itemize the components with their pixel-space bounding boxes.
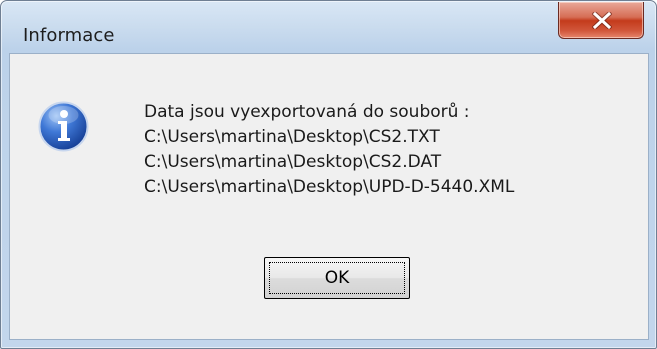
ok-button[interactable]: OK: [264, 257, 410, 299]
title-bar[interactable]: Informace: [1, 1, 656, 53]
window-title: Informace: [23, 25, 115, 46]
ok-button-label: OK: [324, 268, 350, 288]
message-text: Data jsou vyexportovaná do souborů : C:\…: [144, 100, 514, 200]
message-line: C:\Users\martina\Desktop\CS2.TXT: [144, 127, 440, 147]
dialog-window: Informace Data jsou vyexportovaná do sou…: [0, 0, 657, 349]
message-line: C:\Users\martina\Desktop\UPD-D-5440.XML: [144, 177, 515, 197]
message-line: C:\Users\martina\Desktop\CS2.DAT: [144, 152, 442, 172]
message-line: Data jsou vyexportovaná do souborů :: [144, 102, 470, 122]
dialog-client-area: Data jsou vyexportovaná do souborů : C:\…: [9, 53, 649, 340]
information-icon: [38, 101, 89, 152]
close-icon: [592, 12, 612, 29]
close-button[interactable]: [558, 2, 644, 39]
